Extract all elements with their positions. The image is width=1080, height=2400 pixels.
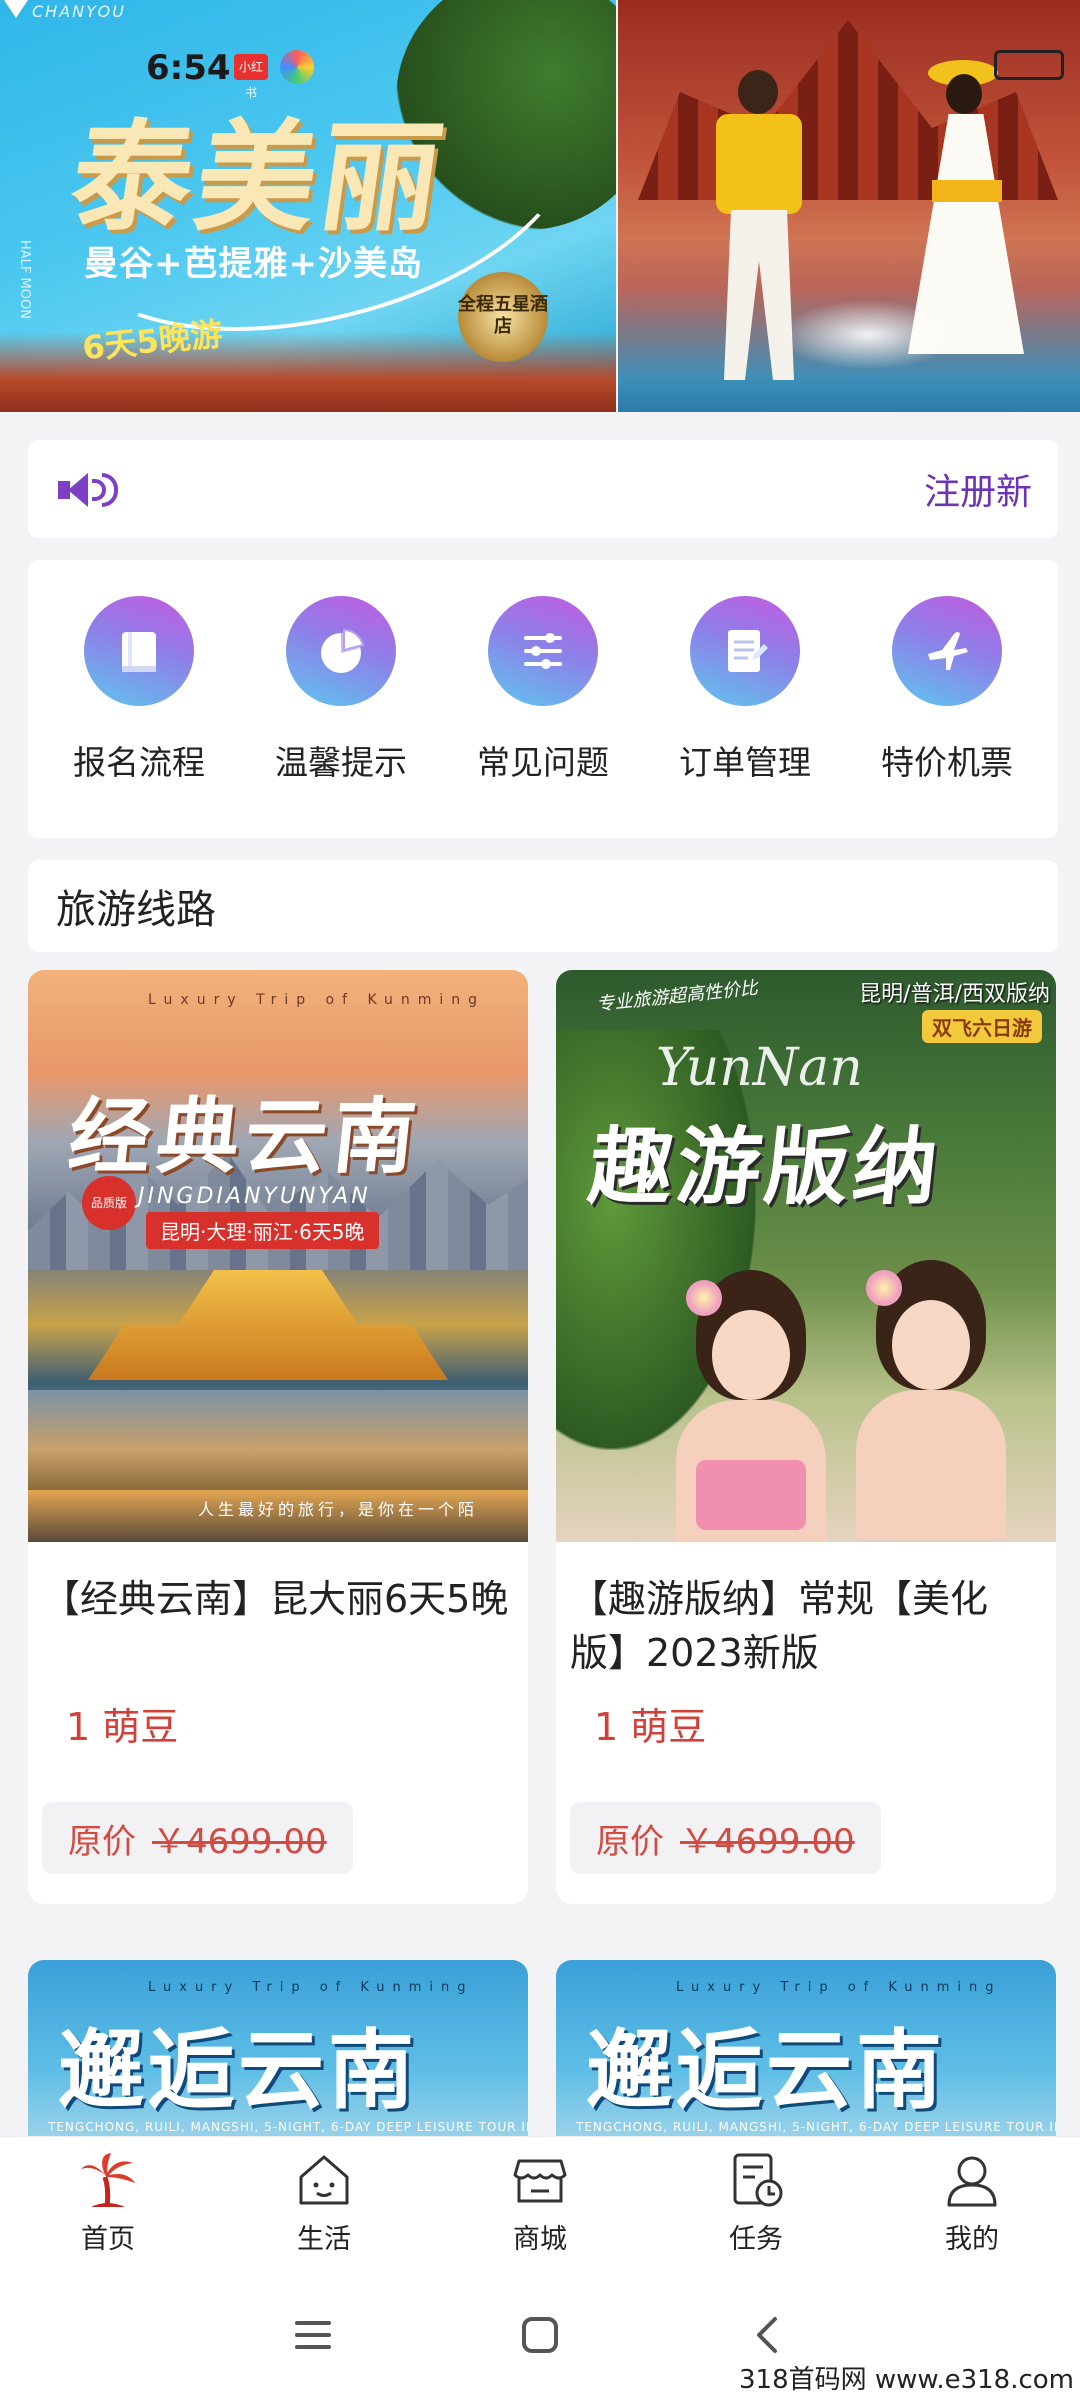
- image-title: 经典云南: [64, 1090, 427, 1185]
- announcement-text: 注册新: [923, 472, 1032, 513]
- menu-flights[interactable]: 特价机票: [846, 596, 1048, 838]
- image-handwriting: 专业旅游超高性价比: [595, 977, 759, 1016]
- palm-tree-icon: [81, 2153, 135, 2208]
- image-tag: 品质版: [82, 1176, 136, 1230]
- menu-faq[interactable]: 常见问题: [442, 596, 644, 838]
- banner-slide-couple[interactable]: [618, 0, 1080, 412]
- product-card[interactable]: Luxury Trip of Kunming 经典云南 品质版 JINGDIAN…: [28, 970, 528, 1904]
- app-screen: CHANYOU 6:54 小红书 泰美丽 曼谷+芭提雅+沙美岛 6天5晚游 全程…: [0, 0, 1080, 2400]
- menu-icon[interactable]: [291, 2313, 335, 2357]
- pie-chart-icon: [286, 596, 396, 706]
- colorful-app-icon: [280, 50, 314, 84]
- lake-reflection: [28, 1390, 528, 1490]
- battery-icon: [994, 50, 1064, 80]
- menu-signup-process[interactable]: 报名流程: [38, 596, 240, 838]
- home-square-icon[interactable]: [518, 2313, 562, 2357]
- image-title: 趣游版纳: [584, 1118, 947, 1216]
- menu-tips[interactable]: 温馨提示: [240, 596, 442, 838]
- product-image[interactable]: Luxury Trip of Kunming 经典云南 品质版 JINGDIAN…: [28, 970, 528, 1542]
- airplane-icon: [892, 596, 1002, 706]
- original-price-value: ￥4699.00: [152, 1821, 327, 1862]
- menu-label: 温馨提示: [275, 743, 407, 782]
- brand-logo-icon: [4, 0, 28, 18]
- original-price-box: 原价 ￥4699.00: [570, 1802, 881, 1874]
- store-icon: [513, 2159, 567, 2203]
- speaker-icon: [58, 467, 118, 511]
- image-english-text: TENGCHONG, RUILI, MANGSHI, 5-NIGHT, 6-DA…: [48, 2120, 528, 2134]
- model-figure: [846, 1260, 1036, 1542]
- tab-tasks[interactable]: 任务: [686, 2149, 826, 2256]
- model-figure: [666, 1270, 836, 1542]
- tab-label: 我的: [945, 2224, 999, 2255]
- task-clock-icon: [733, 2153, 783, 2207]
- product-image[interactable]: 昆明/普洱/西双版纳 双飞六日游 专业旅游超高性价比 YunNan 趣游版纳: [556, 970, 1056, 1542]
- section-header: 旅游线路: [28, 860, 1058, 952]
- product-card[interactable]: 昆明/普洱/西双版纳 双飞六日游 专业旅游超高性价比 YunNan 趣游版纳 【…: [556, 970, 1056, 1904]
- section-title: 旅游线路: [56, 887, 216, 933]
- banner-route: 曼谷+芭提雅+沙美岛: [84, 244, 423, 284]
- image-footer-text: 人生最好的旅行，是你在一个陌: [198, 1500, 479, 1519]
- menu-orders[interactable]: 订单管理: [644, 596, 846, 838]
- red-app-chip: 小红书: [234, 54, 268, 100]
- image-pinyin: JINGDIANYUNYAN: [138, 1184, 371, 1209]
- tab-life[interactable]: 生活: [254, 2149, 394, 2256]
- menu-label: 报名流程: [73, 743, 205, 782]
- menu-label: 常见问题: [477, 743, 609, 782]
- product-card-preview[interactable]: Luxury Trip of Kunming 邂逅云南 TENGCHONG, R…: [556, 1960, 1056, 2140]
- image-title: 邂逅云南: [586, 2021, 946, 2121]
- image-badge: 双飞六日游: [922, 1010, 1042, 1043]
- original-price-value: ￥4699.00: [680, 1821, 855, 1862]
- bottom-tab-bar: 首页 生活 商城 任务 我的: [0, 2136, 1080, 2270]
- image-title: 邂逅云南: [58, 2021, 418, 2121]
- tab-label: 生活: [297, 2224, 351, 2255]
- image-small-text: Luxury Trip of Kunming: [676, 1980, 1002, 1995]
- image-route: 昆明·大理·丽江·6天5晚: [146, 1212, 379, 1249]
- sliders-icon: [488, 596, 598, 706]
- banner-title: 泰美丽: [62, 109, 455, 248]
- banner-brand: CHANYOU: [32, 2, 126, 21]
- tab-label: 商城: [513, 2224, 567, 2255]
- tab-mall[interactable]: 商城: [470, 2149, 610, 2256]
- original-price-box: 原价 ￥4699.00: [42, 1802, 353, 1874]
- tab-label: 首页: [81, 2224, 135, 2255]
- product-card-preview[interactable]: Luxury Trip of Kunming 邂逅云南 TENGCHONG, R…: [28, 1960, 528, 2140]
- image-small-text: Luxury Trip of Kunming: [148, 1980, 474, 1995]
- tab-label: 任务: [729, 2224, 783, 2255]
- menu-label: 订单管理: [679, 743, 811, 782]
- five-star-seal: 全程五星酒店: [458, 272, 548, 362]
- back-chevron-icon[interactable]: [745, 2313, 789, 2357]
- original-price-label: 原价: [596, 1821, 664, 1862]
- product-price: 1 萌豆: [66, 1705, 179, 1749]
- image-script-text: YunNan: [656, 1038, 863, 1098]
- quick-menu: 报名流程 温馨提示 常见问题 订单管理 特价机票: [28, 560, 1058, 838]
- announcement-bar[interactable]: 注册新: [28, 440, 1058, 538]
- tab-me[interactable]: 我的: [902, 2149, 1042, 2256]
- promo-banner[interactable]: CHANYOU 6:54 小红书 泰美丽 曼谷+芭提雅+沙美岛 6天5晚游 全程…: [0, 0, 1080, 412]
- document-icon: [690, 596, 800, 706]
- house-face-icon: [299, 2155, 349, 2205]
- product-name[interactable]: 【经典云南】昆大丽6天5晚: [42, 1572, 512, 1626]
- tab-home[interactable]: 首页: [38, 2149, 178, 2256]
- product-price: 1 萌豆: [594, 1705, 707, 1749]
- watermark: 318首码网 www.e318.com: [739, 2359, 1074, 2396]
- product-name[interactable]: 【趣游版纳】常规【美化版】2023新版: [570, 1572, 1040, 1680]
- original-price-label: 原价: [68, 1821, 136, 1862]
- image-route-text: 昆明/普洱/西双版纳: [859, 982, 1050, 1007]
- water-splash: [778, 300, 958, 370]
- menu-label: 特价机票: [881, 743, 1013, 782]
- book-icon: [84, 596, 194, 706]
- banner-slide-thailand[interactable]: CHANYOU 6:54 小红书 泰美丽 曼谷+芭提雅+沙美岛 6天5晚游 全程…: [0, 0, 616, 412]
- palace-lights: [88, 1270, 448, 1380]
- user-icon: [947, 2156, 997, 2207]
- banner-side-text: HALF MOON: [17, 240, 32, 319]
- image-small-text: Luxury Trip of Kunming: [148, 992, 486, 1008]
- image-english-text: TENGCHONG, RUILI, MANGSHI, 5-NIGHT, 6-DA…: [576, 2120, 1056, 2134]
